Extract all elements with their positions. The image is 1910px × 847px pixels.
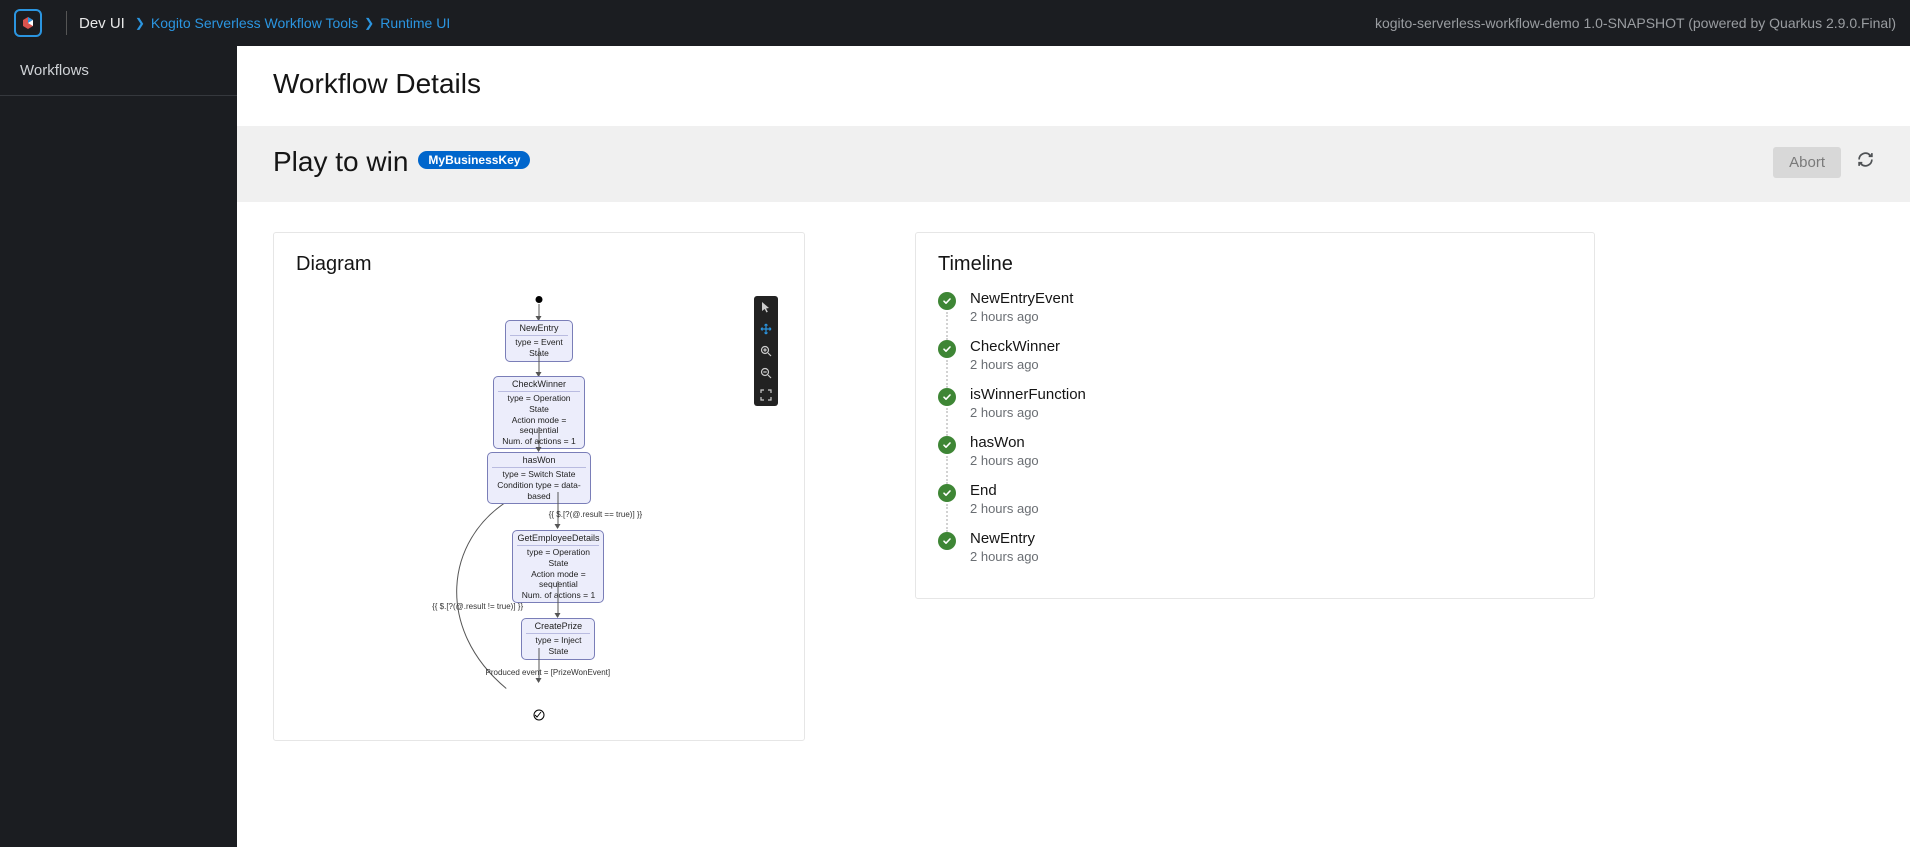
edge-label-true: {{ $.[?(@.result == true)] }} <box>549 510 643 519</box>
breadcrumb: ❯ Kogito Serverless Workflow Tools ❯ Run… <box>135 15 450 31</box>
diagram-node-haswon[interactable]: hasWon type = Switch State Condition typ… <box>487 452 591 504</box>
check-circle-icon <box>938 388 956 406</box>
timeline-item-name: isWinnerFunction <box>970 386 1086 403</box>
timeline-item-time: 2 hours ago <box>970 357 1060 372</box>
main-content: Workflow Details Play to win MyBusinessK… <box>237 46 1910 847</box>
timeline-card: Timeline NewEntryEvent2 hours agoCheckWi… <box>915 232 1595 599</box>
chevron-right-icon: ❯ <box>364 16 374 30</box>
end-node-icon <box>533 708 545 720</box>
edge-arrow <box>539 348 540 376</box>
check-circle-icon <box>938 484 956 502</box>
timeline-item-time: 2 hours ago <box>970 501 1039 516</box>
refresh-icon[interactable] <box>1857 151 1874 173</box>
check-circle-icon <box>938 436 956 454</box>
timeline-item-time: 2 hours ago <box>970 549 1039 564</box>
check-circle-icon <box>938 292 956 310</box>
sidebar-item-label: Workflows <box>20 62 89 79</box>
edge-arrow <box>539 304 540 320</box>
timeline-item-name: CheckWinner <box>970 338 1060 355</box>
edge-label-produced: Produced event = [PrizeWonEvent] <box>486 668 611 677</box>
sidebar: Workflows <box>0 46 237 847</box>
start-node-icon <box>536 296 543 303</box>
business-key-badge: MyBusinessKey <box>418 151 530 169</box>
timeline-item-time: 2 hours ago <box>970 453 1039 468</box>
workflow-name: Play to win <box>273 146 408 178</box>
timeline-item-name: NewEntryEvent <box>970 290 1073 307</box>
timeline-item-name: hasWon <box>970 434 1039 451</box>
header-app-info: kogito-serverless-workflow-demo 1.0-SNAP… <box>1375 15 1896 31</box>
quarkus-logo <box>14 9 42 37</box>
timeline-item-time: 2 hours ago <box>970 405 1086 420</box>
page-title: Workflow Details <box>237 46 1910 126</box>
diagram-canvas[interactable]: NewEntry type = Event State CheckWinner … <box>296 290 782 720</box>
diagram-title: Diagram <box>296 253 782 276</box>
timeline-item: NewEntryEvent 2 hours ago <box>938 290 1572 338</box>
edge-arrow <box>539 427 540 451</box>
topbar: Dev UI ❯ Kogito Serverless Workflow Tool… <box>0 0 1910 46</box>
timeline-item: hasWon 2 hours ago <box>938 434 1572 482</box>
abort-button[interactable]: Abort <box>1773 147 1841 178</box>
brand-title: Dev UI <box>79 15 125 32</box>
diagram-node-createprize[interactable]: CreatePrize type = Inject State <box>521 618 595 660</box>
sidebar-item-workflows[interactable]: Workflows <box>0 46 237 96</box>
breadcrumb-link-tools[interactable]: Kogito Serverless Workflow Tools <box>151 15 358 31</box>
workflow-header-band: Play to win MyBusinessKey Abort <box>237 126 1910 202</box>
check-circle-icon <box>938 532 956 550</box>
timeline-item: NewEntry 2 hours ago <box>938 530 1572 578</box>
chevron-right-icon: ❯ <box>135 16 145 30</box>
timeline-item: CheckWinner 2 hours ago <box>938 338 1572 386</box>
divider <box>66 11 67 35</box>
timeline-item: isWinnerFunction 2 hours ago <box>938 386 1572 434</box>
timeline-list: NewEntryEvent 2 hours ago CheckWinner 2 hou… <box>938 290 1572 578</box>
timeline-item-time: 2 hours ago <box>970 309 1073 324</box>
timeline-item-name: End <box>970 482 1039 499</box>
breadcrumb-link-runtime[interactable]: Runtime UI <box>380 15 450 31</box>
check-circle-icon <box>938 340 956 358</box>
diagram-card: Diagram <box>273 232 805 741</box>
timeline-title: Timeline <box>938 253 1572 276</box>
edge-label-false: {{ $.[?(@.result != true)] }} <box>432 602 523 611</box>
timeline-item-name: NewEntry <box>970 530 1039 547</box>
timeline-item: End 2 hours ago <box>938 482 1572 530</box>
edge-arrow <box>558 581 559 617</box>
